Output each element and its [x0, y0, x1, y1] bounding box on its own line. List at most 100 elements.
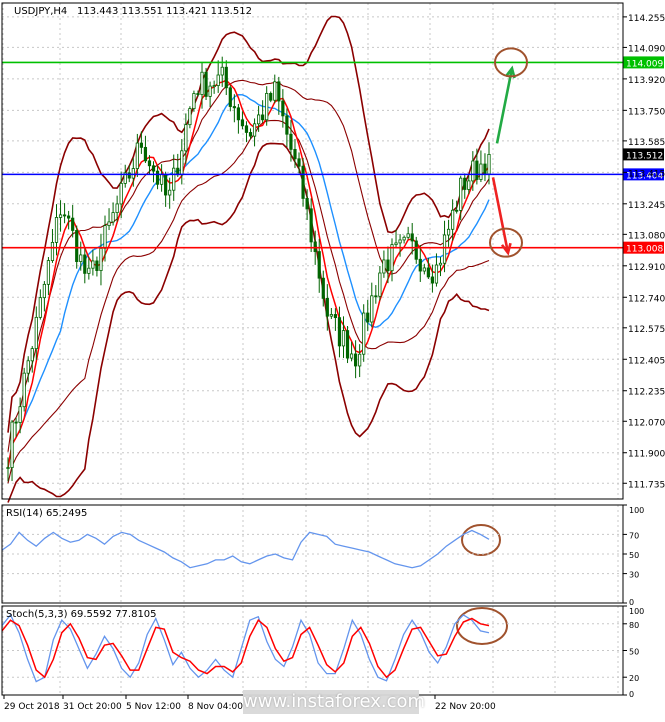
ohlc-readout: 113.443 113.551 113.421 113.512 [77, 6, 252, 17]
candle-body [277, 81, 281, 102]
candle-body [293, 148, 297, 160]
candle-body [10, 421, 14, 468]
chart-canvas: 114.009113.404113.008113.512 114.255114.… [0, 0, 665, 718]
price-tick-label: 113.585 [628, 138, 665, 148]
candle-body [463, 177, 467, 190]
candle-body [30, 348, 34, 362]
candle-body [54, 217, 59, 243]
price-tick-label: 113.920 [628, 76, 665, 86]
price-tick-label: 112.070 [628, 418, 665, 428]
candle-body [354, 353, 358, 367]
rsi-label: RSI(14) 65.2495 [6, 508, 87, 519]
candle-body [426, 267, 430, 278]
candle-body [398, 239, 402, 244]
price-tick-label: 112.405 [628, 356, 665, 366]
price-tick-label: 112.740 [628, 294, 665, 304]
candle-body [240, 119, 245, 127]
candle-body [75, 230, 79, 262]
candle-body [111, 212, 115, 223]
candle-body [410, 233, 414, 242]
candle-body [87, 267, 91, 274]
candle-body [317, 251, 321, 279]
candle-body [273, 81, 277, 101]
candle-body [42, 283, 46, 299]
candle-body [192, 93, 196, 109]
candle-body [224, 66, 228, 89]
candle-body [475, 160, 479, 180]
candle-body [349, 353, 354, 359]
price-tick-label: 113.415 [628, 169, 665, 179]
candle-body [301, 165, 305, 199]
candle-body [305, 198, 309, 210]
stoch-tick-label: 80 [629, 621, 639, 630]
candle-body [422, 267, 426, 272]
chart-stage: 114.009 113.404 113.008 113.512 114.255 114.… [0, 0, 665, 718]
candle-body [18, 406, 22, 423]
candle-body [333, 314, 338, 319]
price-tick-label: 113.245 [628, 201, 665, 211]
candle-body [143, 146, 148, 162]
candle-body [91, 260, 95, 269]
candle-body [14, 421, 18, 424]
candle-body [289, 133, 293, 150]
candle-body [341, 330, 346, 347]
candle-body [34, 316, 38, 350]
candle-body [204, 71, 208, 97]
candle-body [244, 125, 249, 133]
candle-body [50, 242, 55, 261]
candle-body [337, 317, 342, 347]
price-tick-label: 113.080 [628, 231, 665, 241]
watermark: www.instaforex.com [243, 690, 426, 714]
stoch-tick-label: 20 [629, 674, 639, 683]
candle-body [297, 158, 301, 167]
candle-body [257, 114, 261, 125]
candle-body [107, 221, 111, 227]
candle-body [451, 209, 455, 230]
candle-body [216, 74, 220, 87]
candle-body [248, 132, 253, 137]
candle-body [200, 71, 204, 95]
candle-body [95, 260, 99, 271]
candle-body [374, 295, 378, 298]
candle-body [285, 115, 289, 135]
candle-body [38, 297, 42, 318]
candle-body [321, 277, 325, 299]
price-tick-label: 112.575 [628, 325, 665, 335]
candle-body [455, 209, 459, 212]
candle-body [212, 85, 216, 88]
candle-body [196, 93, 200, 95]
stoch-tick-label: 50 [629, 648, 639, 657]
stoch-label: Stoch(5,3,3) 69.5592 77.8105 [6, 609, 157, 620]
candle-body [390, 244, 394, 272]
candle-body [394, 242, 398, 246]
candle-body [358, 353, 362, 367]
candle-body [151, 165, 156, 172]
candle-body [281, 100, 285, 117]
rsi-tick-label: 0 [629, 598, 634, 607]
candle-body [402, 236, 406, 241]
rsi-tick-label: 70 [629, 531, 639, 540]
candle-body [135, 142, 139, 169]
candle-body [329, 314, 333, 317]
candle-body [313, 241, 317, 252]
candle-body [471, 160, 475, 182]
candle-body [459, 177, 463, 211]
candle-body [139, 142, 143, 148]
candle-body [438, 262, 443, 266]
candle-body [172, 167, 176, 191]
level-tag-label-2: 113.008 [626, 245, 663, 255]
candle-body [252, 123, 257, 137]
time-label-1: 31 Oct 20:00 [63, 702, 122, 712]
candle-body [269, 92, 273, 101]
candle-body [378, 272, 382, 297]
time-label-2: 5 Nov 12:00 [126, 702, 181, 712]
candle-body [414, 240, 418, 260]
candle-body [46, 260, 51, 285]
chart-symbol: USDJPY,H4 [14, 6, 67, 17]
candle-body [147, 160, 152, 167]
candle-body [99, 247, 103, 271]
price-tick-label: 112.235 [628, 388, 665, 398]
candle-body [483, 163, 487, 175]
time-label-8: 22 Nov 20:00 [435, 702, 496, 712]
candle-body [164, 174, 168, 196]
